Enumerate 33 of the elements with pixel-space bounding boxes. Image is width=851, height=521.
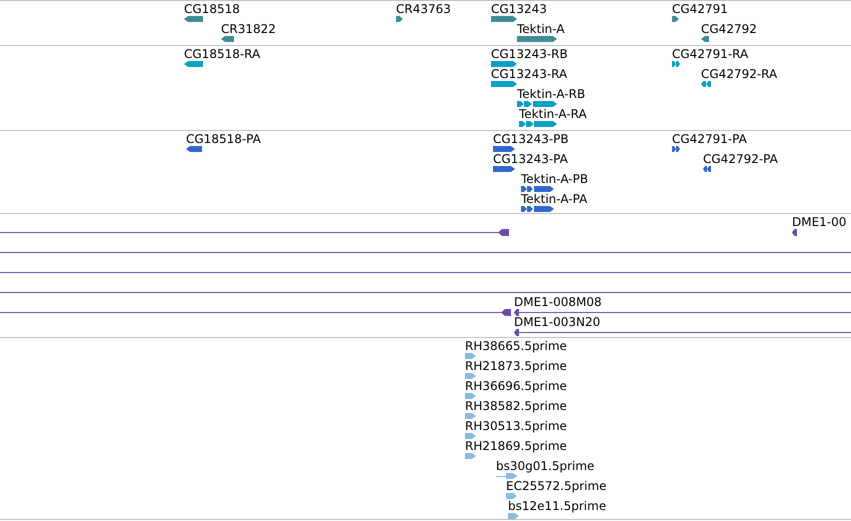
- feature-label: CG42792: [701, 22, 757, 36]
- feature-label: CG13243: [491, 2, 547, 16]
- feature-label: CG18518-RA: [184, 47, 260, 61]
- feature-label: DME1-003N20: [514, 315, 600, 329]
- feature-label: CG13243-PB: [493, 132, 569, 146]
- feature-label: CG42792-RA: [701, 67, 778, 81]
- feature-label: CG18518: [184, 2, 240, 16]
- feature-label: DME1-008M08: [514, 295, 602, 309]
- feature-label: RH21873.5prime: [465, 359, 567, 373]
- feature-label: CG13243-RB: [491, 47, 568, 61]
- feature-label: CG18518-PA: [186, 132, 261, 146]
- feature-label: CG13243-PA: [493, 152, 568, 166]
- feature-label: Tektin-A-PA: [521, 192, 588, 206]
- feature-label: Tektin-A-RB: [517, 87, 586, 101]
- feature-label: Tektin-A-PB: [521, 172, 588, 186]
- feature-label: CG42792-PA: [703, 152, 778, 166]
- feature-label: Tektin-A-RA: [519, 107, 587, 121]
- feature-label: CG42791-RA: [672, 47, 748, 61]
- feature-label: bs12e11.5prime: [508, 499, 606, 513]
- feature-label: RH38582.5prime: [465, 399, 567, 413]
- feature-label: bs30g01.5prime: [496, 459, 594, 473]
- feature-label: Tektin-A: [517, 22, 565, 36]
- feature-label: DME1-00: [792, 215, 846, 229]
- feature-label: RH36696.5prime: [465, 379, 567, 393]
- feature-label: CG13243-RA: [491, 67, 568, 81]
- feature-label: CG42791-PA: [672, 132, 747, 146]
- feature-label: EC25572.5prime: [506, 479, 607, 493]
- feature-label: CR43763: [396, 2, 451, 16]
- feature-label: RH30513.5prime: [465, 419, 567, 433]
- feature-label: RH21869.5prime: [465, 439, 567, 453]
- feature-label: CG42791: [672, 2, 728, 16]
- feature-label: CR31822: [221, 22, 276, 36]
- feature-label: RH38665.5prime: [465, 339, 567, 353]
